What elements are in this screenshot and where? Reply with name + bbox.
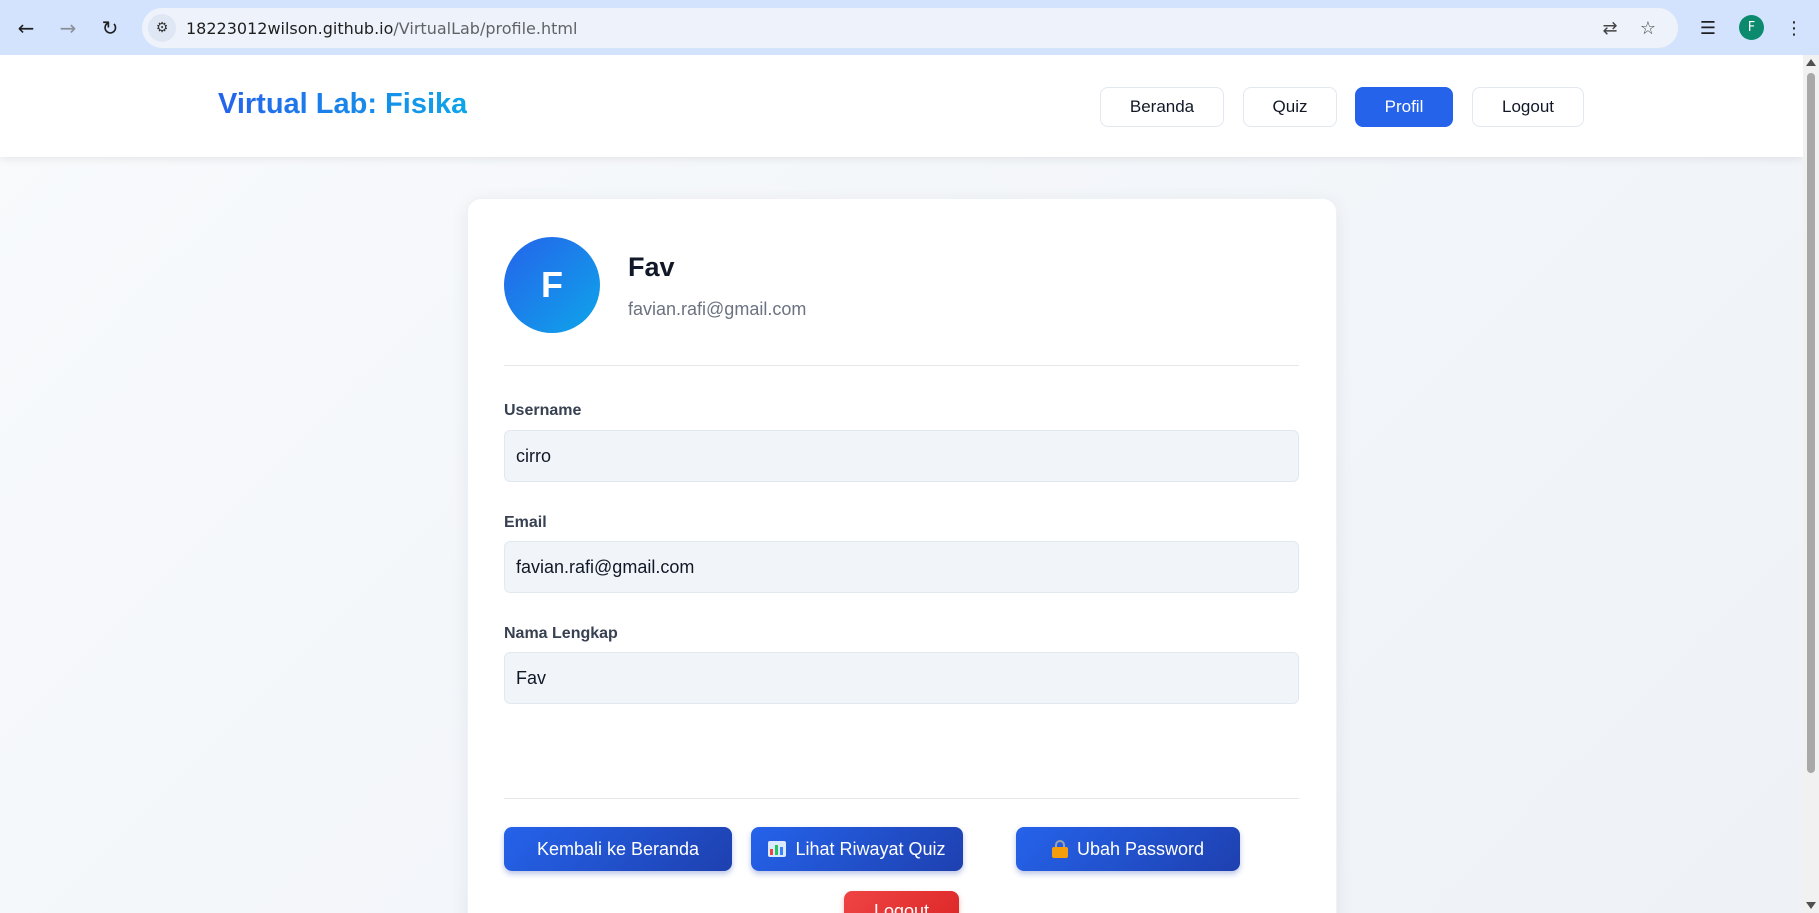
browser-profile-avatar[interactable]: F [1739, 15, 1764, 40]
page-scrollbar[interactable] [1803, 55, 1819, 913]
fullname-field[interactable]: Fav [504, 652, 1299, 704]
back-arrow-icon[interactable]: ← [10, 12, 42, 44]
logout-button[interactable]: Logout [844, 891, 959, 913]
quiz-history-button[interactable]: Lihat Riwayat Quiz [751, 827, 963, 871]
bar-chart-icon [768, 841, 787, 857]
change-password-button[interactable]: Ubah Password [1016, 827, 1240, 871]
nav-logout[interactable]: Logout [1472, 87, 1584, 127]
bookmark-star-icon[interactable]: ☆ [1636, 16, 1660, 40]
nav-beranda[interactable]: Beranda [1100, 87, 1224, 127]
profile-name: Fav [628, 252, 675, 282]
username-label: Username [504, 402, 582, 419]
site-title[interactable]: Virtual Lab: Fisika [218, 88, 467, 121]
divider [504, 798, 1299, 799]
email-label: Email [504, 514, 547, 531]
scroll-up-icon[interactable] [1806, 59, 1816, 66]
site-info-icon[interactable]: ⚙ [148, 14, 176, 42]
menu-kebab-icon[interactable]: ⋮ [1778, 12, 1810, 44]
lock-icon [1051, 840, 1068, 858]
back-home-label: Kembali ke Beranda [536, 838, 700, 859]
fullname-label: Nama Lengkap [504, 625, 618, 642]
scroll-down-icon[interactable] [1806, 902, 1816, 909]
reload-icon[interactable]: ↻ [94, 12, 126, 44]
translate-icon[interactable]: ⇄ [1598, 16, 1622, 40]
profile-email: favian.rafi@gmail.com [628, 299, 807, 319]
page-viewport: Virtual Lab: Fisika Beranda Quiz Profil … [0, 55, 1803, 913]
username-field[interactable]: cirro [504, 430, 1299, 482]
nav-quiz[interactable]: Quiz [1243, 87, 1337, 127]
site-header: Virtual Lab: Fisika Beranda Quiz Profil … [0, 55, 1803, 157]
logout-label: Logout [873, 900, 930, 913]
browser-toolbar: ← → ↻ ⚙ 18223012wilson.github.io/Virtual… [0, 0, 1819, 55]
forward-arrow-icon[interactable]: → [52, 12, 84, 44]
profile-card: F Fav favian.rafi@gmail.com Username cir… [467, 198, 1337, 913]
back-home-button[interactable]: Kembali ke Beranda [504, 827, 732, 871]
nav-profil[interactable]: Profil [1355, 87, 1453, 127]
divider [504, 365, 1299, 366]
address-bar[interactable]: ⚙ 18223012wilson.github.io/VirtualLab/pr… [142, 8, 1678, 48]
avatar: F [504, 237, 600, 333]
email-field[interactable]: favian.rafi@gmail.com [504, 541, 1299, 593]
media-controls-icon[interactable]: ☰ [1692, 12, 1724, 44]
url-text[interactable]: 18223012wilson.github.io/VirtualLab/prof… [186, 19, 577, 38]
scrollbar-thumb[interactable] [1807, 73, 1815, 773]
change-password-label: Ubah Password [1076, 838, 1205, 859]
quiz-history-label: Lihat Riwayat Quiz [795, 838, 946, 859]
